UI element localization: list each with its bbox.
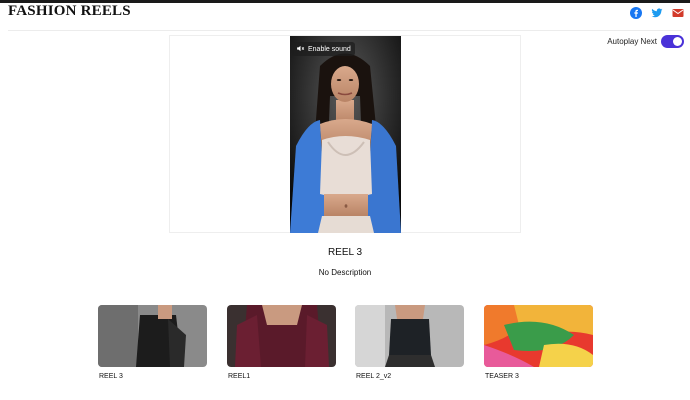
reel-thumbnail[interactable]: TEASER 3 (484, 305, 593, 380)
reel-thumbnail-image (355, 305, 464, 367)
site-logo[interactable]: FASHION REELS (8, 3, 131, 20)
twitter-icon[interactable] (651, 6, 663, 18)
toggle-knob (673, 37, 682, 46)
autoplay-control: Autoplay Next (607, 35, 684, 48)
reel-thumbnail-label: REEL 2_v2 (356, 373, 392, 380)
reel-video[interactable] (290, 36, 401, 233)
reel-thumbnail-label: REEL 3 (99, 373, 123, 380)
reel-thumbnail-image (98, 305, 207, 367)
muted-speaker-icon (296, 44, 305, 55)
current-reel-description: No Description (318, 268, 372, 277)
mail-icon[interactable] (672, 6, 684, 18)
header-divider (8, 30, 682, 31)
social-links (630, 6, 684, 19)
reel-thumbnail-label: TEASER 3 (485, 373, 519, 380)
reel-thumbnail[interactable]: REEL 3 (98, 305, 207, 380)
current-reel-title: REEL 3 (327, 247, 363, 258)
video-frame-image (290, 36, 401, 233)
reel-thumbnail[interactable]: REEL 2_v2 (355, 305, 464, 380)
reel-thumbnail-label: REEL1 (228, 373, 251, 380)
autoplay-toggle[interactable] (661, 35, 684, 48)
facebook-icon[interactable] (630, 6, 642, 19)
reel-thumbnail-image (227, 305, 336, 367)
autoplay-label: Autoplay Next (607, 37, 657, 46)
enable-sound-button[interactable]: Enable sound (292, 42, 355, 56)
enable-sound-label: Enable sound (308, 45, 351, 53)
reel-thumbnail[interactable]: REEL1 (227, 305, 336, 380)
reel-thumbnail-image (484, 305, 593, 367)
